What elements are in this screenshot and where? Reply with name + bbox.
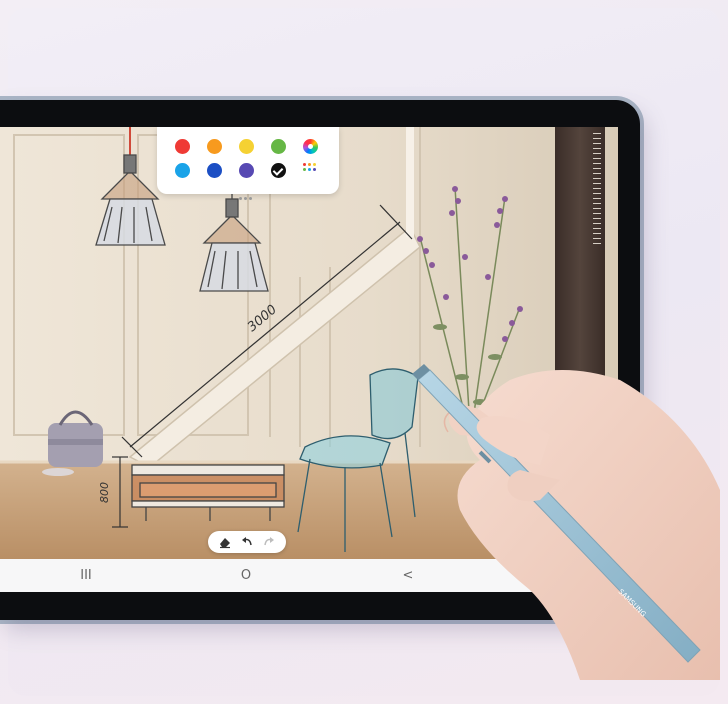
blind-slat — [593, 173, 601, 174]
blind-slat — [593, 153, 601, 154]
home-button[interactable]: O — [226, 559, 266, 592]
color-swatch-green[interactable] — [271, 139, 286, 154]
color-grid-icon[interactable] — [303, 163, 318, 175]
color-swatch-blue[interactable] — [207, 163, 222, 178]
blind-slat — [593, 223, 601, 224]
blind-slat — [593, 233, 601, 234]
blind-slat — [593, 188, 601, 189]
blind-slat — [593, 243, 601, 244]
edit-toolbar — [208, 531, 286, 553]
blind-slat — [593, 218, 601, 219]
hand-with-s-pen: SAMSUNG — [412, 364, 720, 680]
redo-icon[interactable] — [258, 531, 280, 553]
color-swatch-indigo[interactable] — [239, 163, 254, 178]
pen-color-palette[interactable] — [157, 127, 339, 200]
blind-slat — [593, 138, 601, 139]
color-swatch-yellow[interactable] — [239, 139, 254, 154]
blind-slat — [593, 158, 601, 159]
blind-slat — [593, 213, 601, 214]
blind-slat — [593, 193, 601, 194]
undo-icon[interactable] — [236, 531, 258, 553]
color-swatch-orange[interactable] — [207, 139, 222, 154]
eraser-icon[interactable] — [214, 531, 236, 553]
color-swatch-black[interactable] — [271, 163, 286, 178]
blind-slat — [593, 148, 601, 149]
screenshot-frame: 3000 800 III O < SAMSUNG — [0, 0, 728, 704]
blind-slat — [593, 143, 601, 144]
blind-slat — [593, 203, 601, 204]
blind-slat — [593, 228, 601, 229]
blind-slat — [593, 178, 601, 179]
recents-button[interactable]: III — [66, 559, 106, 592]
blind-slat — [593, 133, 601, 134]
color-swatch-red[interactable] — [175, 139, 190, 154]
blind-slat — [593, 168, 601, 169]
dimension-label-side: 800 — [98, 482, 111, 503]
color-swatch-sky-blue[interactable] — [175, 163, 190, 178]
blind-slat — [593, 198, 601, 199]
blind-slat — [593, 238, 601, 239]
blind-slat — [593, 163, 601, 164]
palette-page-indicator — [239, 185, 257, 200]
blind-slat — [593, 208, 601, 209]
color-spectrum-icon[interactable] — [303, 139, 318, 154]
blind-slat — [593, 183, 601, 184]
